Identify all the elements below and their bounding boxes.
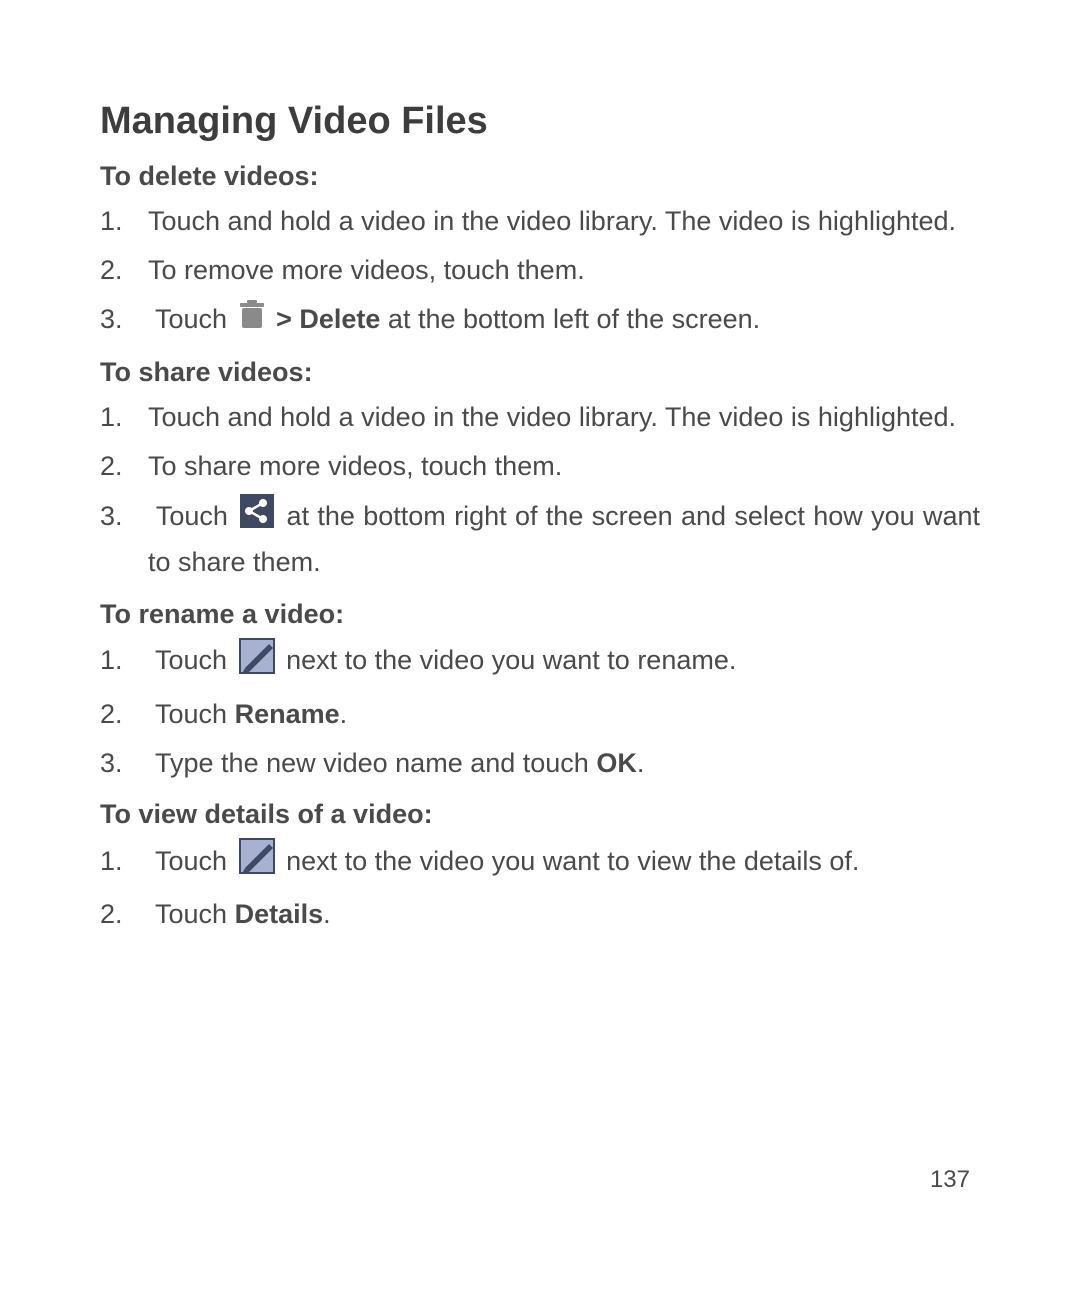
step-text-part: . [637, 748, 645, 778]
step-text: Touch and hold a video in the video libr… [148, 402, 956, 432]
list-item: Touch next to the video you want to view… [100, 838, 980, 887]
delete-steps-list: Touch and hold a video in the video libr… [100, 200, 980, 343]
step-text-part: Touch [155, 304, 235, 334]
page-title: Managing Video Files [100, 100, 980, 143]
step-text-part: . [323, 899, 331, 929]
step-text-part: Touch [155, 699, 235, 729]
page-number: 137 [930, 1166, 970, 1194]
step-text-part: Type the new video name and touch [155, 748, 596, 778]
step-text-part: next to the video you want to view the d… [286, 846, 859, 876]
list-item: Touch next to the video you want to rena… [100, 638, 980, 687]
step-text: To share more videos, touch them. [148, 451, 562, 481]
step-text-part: Touch [156, 501, 236, 531]
list-item: Touch Rename. [100, 693, 980, 736]
list-item: Touch and hold a video in the video libr… [100, 200, 980, 243]
step-text-part: Touch [155, 846, 235, 876]
step-text-part: at the bottom left of the screen. [388, 304, 760, 334]
rename-steps-list: Touch next to the video you want to rena… [100, 638, 980, 786]
step-text: Touch at the bottom right of the screen … [148, 501, 980, 577]
step-text-part: . [340, 699, 348, 729]
details-steps-list: Touch next to the video you want to view… [100, 838, 980, 936]
step-text: Touch next to the video you want to rena… [155, 645, 736, 675]
list-item: To share more videos, touch them. [100, 445, 980, 488]
step-text: Touch Rename. [155, 699, 347, 729]
step-text-bold: > Delete [276, 304, 380, 334]
step-text: Touch > Delete at the bottom left of the… [155, 304, 760, 334]
list-item: Touch > Delete at the bottom left of the… [100, 298, 980, 342]
edit-icon [239, 838, 275, 887]
list-item: Type the new video name and touch OK. [100, 742, 980, 785]
list-item: Touch Details. [100, 893, 980, 936]
step-text: Touch Details. [155, 899, 331, 929]
step-text-bold: Rename [235, 699, 340, 729]
section-heading-details: To view details of a video: [100, 799, 980, 830]
section-heading-rename: To rename a video: [100, 599, 980, 630]
trash-icon [239, 300, 265, 343]
share-icon [240, 494, 274, 541]
list-item: Touch and hold a video in the video libr… [100, 396, 980, 439]
section-heading-share: To share videos: [100, 357, 980, 388]
step-text: Touch next to the video you want to view… [155, 846, 859, 876]
step-text: To remove more videos, touch them. [148, 255, 585, 285]
section-heading-delete: To delete videos: [100, 161, 980, 192]
step-text-bold: Details [235, 899, 324, 929]
step-text-part: Touch [155, 645, 235, 675]
list-item: Touch at the bottom right of the screen … [100, 494, 980, 584]
step-text: Touch and hold a video in the video libr… [148, 206, 956, 236]
step-text-part: Touch [155, 899, 235, 929]
step-text-part: next to the video you want to rename. [286, 645, 736, 675]
step-text: Type the new video name and touch OK. [155, 748, 644, 778]
edit-icon [239, 638, 275, 687]
list-item: To remove more videos, touch them. [100, 249, 980, 292]
share-steps-list: Touch and hold a video in the video libr… [100, 396, 980, 585]
step-text-bold: OK [596, 748, 637, 778]
document-page: Managing Video Files To delete videos: T… [0, 0, 1080, 1304]
